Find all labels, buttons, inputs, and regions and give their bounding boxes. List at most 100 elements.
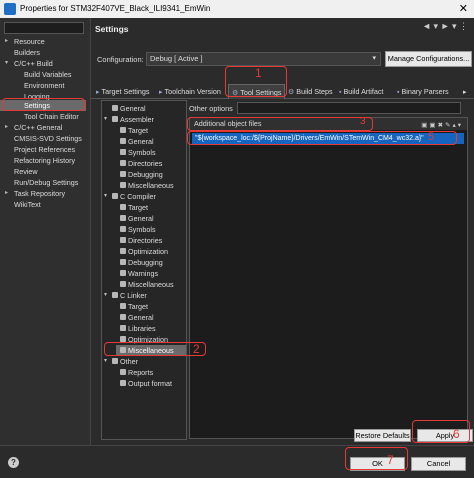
tool-tree-item[interactable]: Warnings [120,268,158,279]
settings-icon [120,314,126,320]
settings-icon [112,105,118,111]
cancel-button[interactable]: Cancel [411,457,466,471]
settings-icon [120,215,126,221]
tool-tree-item[interactable]: Symbols [120,224,156,235]
settings-icon [120,336,126,342]
tab-build-artifact[interactable]: ▪ Build Artifact [339,84,383,99]
annotation-number: 3 [360,116,366,127]
tool-tree-item[interactable]: Libraries [120,323,156,334]
move-down-icon[interactable]: ▾ [458,122,463,129]
tool-tree-item[interactable]: General [112,103,146,114]
binary-parsers-icon: ▪ [397,89,400,96]
settings-icon [120,281,126,287]
settings-icon [120,127,126,133]
settings-icon [120,149,126,155]
tool-tree-item[interactable]: Optimization [120,334,168,345]
settings-icon [120,347,126,353]
tool-tree-item[interactable]: Symbols [120,147,156,158]
expand-arrow-icon[interactable]: ▸ [5,188,8,199]
tool-tree-item[interactable]: ▾ C Compiler [104,191,156,202]
tree-item-settings[interactable]: Settings [0,100,86,111]
tool-tree-item-linker-miscellaneous[interactable]: Miscellaneous [116,345,186,356]
settings-icon [120,182,126,188]
settings-page: Settings ◄ ▾ ► ▾ ⋮ Configuration: Debug … [90,18,474,445]
tool-tree-item[interactable]: ▾ Other [104,356,138,367]
collapse-arrow-icon[interactable]: ▾ [104,114,107,125]
tool-tree-item[interactable]: Reports [120,367,153,378]
tab-toolchain-version[interactable]: ▸ Toolchain Version [159,84,221,99]
settings-icon [120,270,126,276]
collapse-arrow-icon[interactable]: ▾ [5,58,8,69]
build-steps-icon: ⚙ [288,89,295,96]
tool-icon [112,193,118,199]
tab-target-settings[interactable]: ▸ Target Settings [96,84,149,99]
other-options-input[interactable] [237,102,461,114]
tool-tree-item[interactable]: Miscellaneous [120,279,174,290]
tool-tree-item[interactable]: Target [120,125,148,136]
filter-input[interactable] [4,22,84,34]
left-navigation-pane: ▸ Resource Builders ▾ C/C++ Build Build Va… [0,18,90,445]
collapse-arrow-icon[interactable]: ▾ [104,290,107,301]
collapse-arrow-icon[interactable]: ▾ [104,191,107,202]
settings-icon [120,204,126,210]
tool-settings-icon: ⚙ [232,90,239,97]
tool-tree-item[interactable]: General [120,136,154,147]
settings-icon [120,138,126,144]
target-settings-icon: ▸ [96,89,100,96]
tool-tree-item[interactable]: Directories [120,235,162,246]
tool-tree-item[interactable]: Optimization [120,246,168,257]
tool-icon [112,116,118,122]
tab-bar: ▸ Target Settings ▸ Toolchain Version ⚙ Too… [91,84,474,99]
tool-tree-item[interactable]: Output format [120,378,172,389]
tabs-overflow-icon[interactable]: ▸ [463,84,467,99]
help-icon[interactable]: ? [8,457,19,468]
history-nav-buttons[interactable]: ◄ ▾ ► ▾ ⋮ [422,21,468,32]
tool-tree-item[interactable]: Directories [120,158,162,169]
settings-icon [120,380,126,386]
settings-icon [120,248,126,254]
ok-button[interactable]: OK [350,457,405,471]
apply-button[interactable]: Apply [417,429,473,442]
tool-tree-item[interactable]: Debugging [120,257,163,268]
object-file-entry[interactable]: "${workspace_loc:/${ProjName}/Drivers/Em… [192,133,464,144]
title-bar: Properties for STM32F407VE_Black_ILI9341… [0,0,474,18]
restore-defaults-button[interactable]: Restore Defaults [354,429,411,442]
expand-arrow-icon[interactable]: ▸ [5,122,8,133]
tool-tree-item[interactable]: General [120,312,154,323]
close-icon[interactable]: ✕ [459,2,468,15]
tab-tool-settings[interactable]: ⚙ Tool Settings [228,84,286,99]
page-title: Settings [95,24,129,34]
settings-icon [120,171,126,177]
tool-options-panel: Other options Additional object files ▣▣… [187,100,473,440]
tool-icon [112,358,118,364]
object-files-list: Additional object files ▣▣✖✎▴▾ "${worksp… [189,117,468,439]
delete-icon[interactable]: ✖ [438,122,445,129]
tool-tree-item[interactable]: ▾ Assembler [104,114,154,125]
tool-tree-item[interactable]: General [120,213,154,224]
dialog-button-bar: ? OK Cancel [0,445,474,478]
object-files-header: Additional object files ▣▣✖✎▴▾ [190,118,467,130]
manage-configurations-button[interactable]: Manage Configurations... [385,51,472,67]
annotation-number: 7 [387,453,394,467]
annotation-number: 2 [193,342,200,356]
settings-icon [120,259,126,265]
annotation-number: 5 [428,131,435,143]
tool-tree-item[interactable]: Debugging [120,169,163,180]
add-workspace-icon[interactable]: ▣ [429,122,437,129]
configuration-select[interactable]: Debug [ Active ] ▾ [146,52,381,66]
tool-icon [112,292,118,298]
tool-tree-item[interactable]: ▾ C Linker [104,290,147,301]
tool-tree-item[interactable]: Target [120,202,148,213]
annotation-number: 6 [453,427,460,441]
expand-arrow-icon[interactable]: ▸ [5,36,8,47]
build-artifact-icon: ▪ [339,89,342,96]
toolchain-icon: ▸ [159,89,163,96]
settings-icon [120,237,126,243]
tab-build-steps[interactable]: ⚙ Build Steps [288,84,333,99]
settings-icon [120,369,126,375]
collapse-arrow-icon[interactable]: ▾ [104,356,107,367]
tool-tree-item[interactable]: Target [120,301,148,312]
app-icon [4,3,16,15]
tab-binary-parsers[interactable]: ▪ Binary Parsers [397,84,449,99]
tool-tree-item[interactable]: Miscellaneous [120,180,174,191]
